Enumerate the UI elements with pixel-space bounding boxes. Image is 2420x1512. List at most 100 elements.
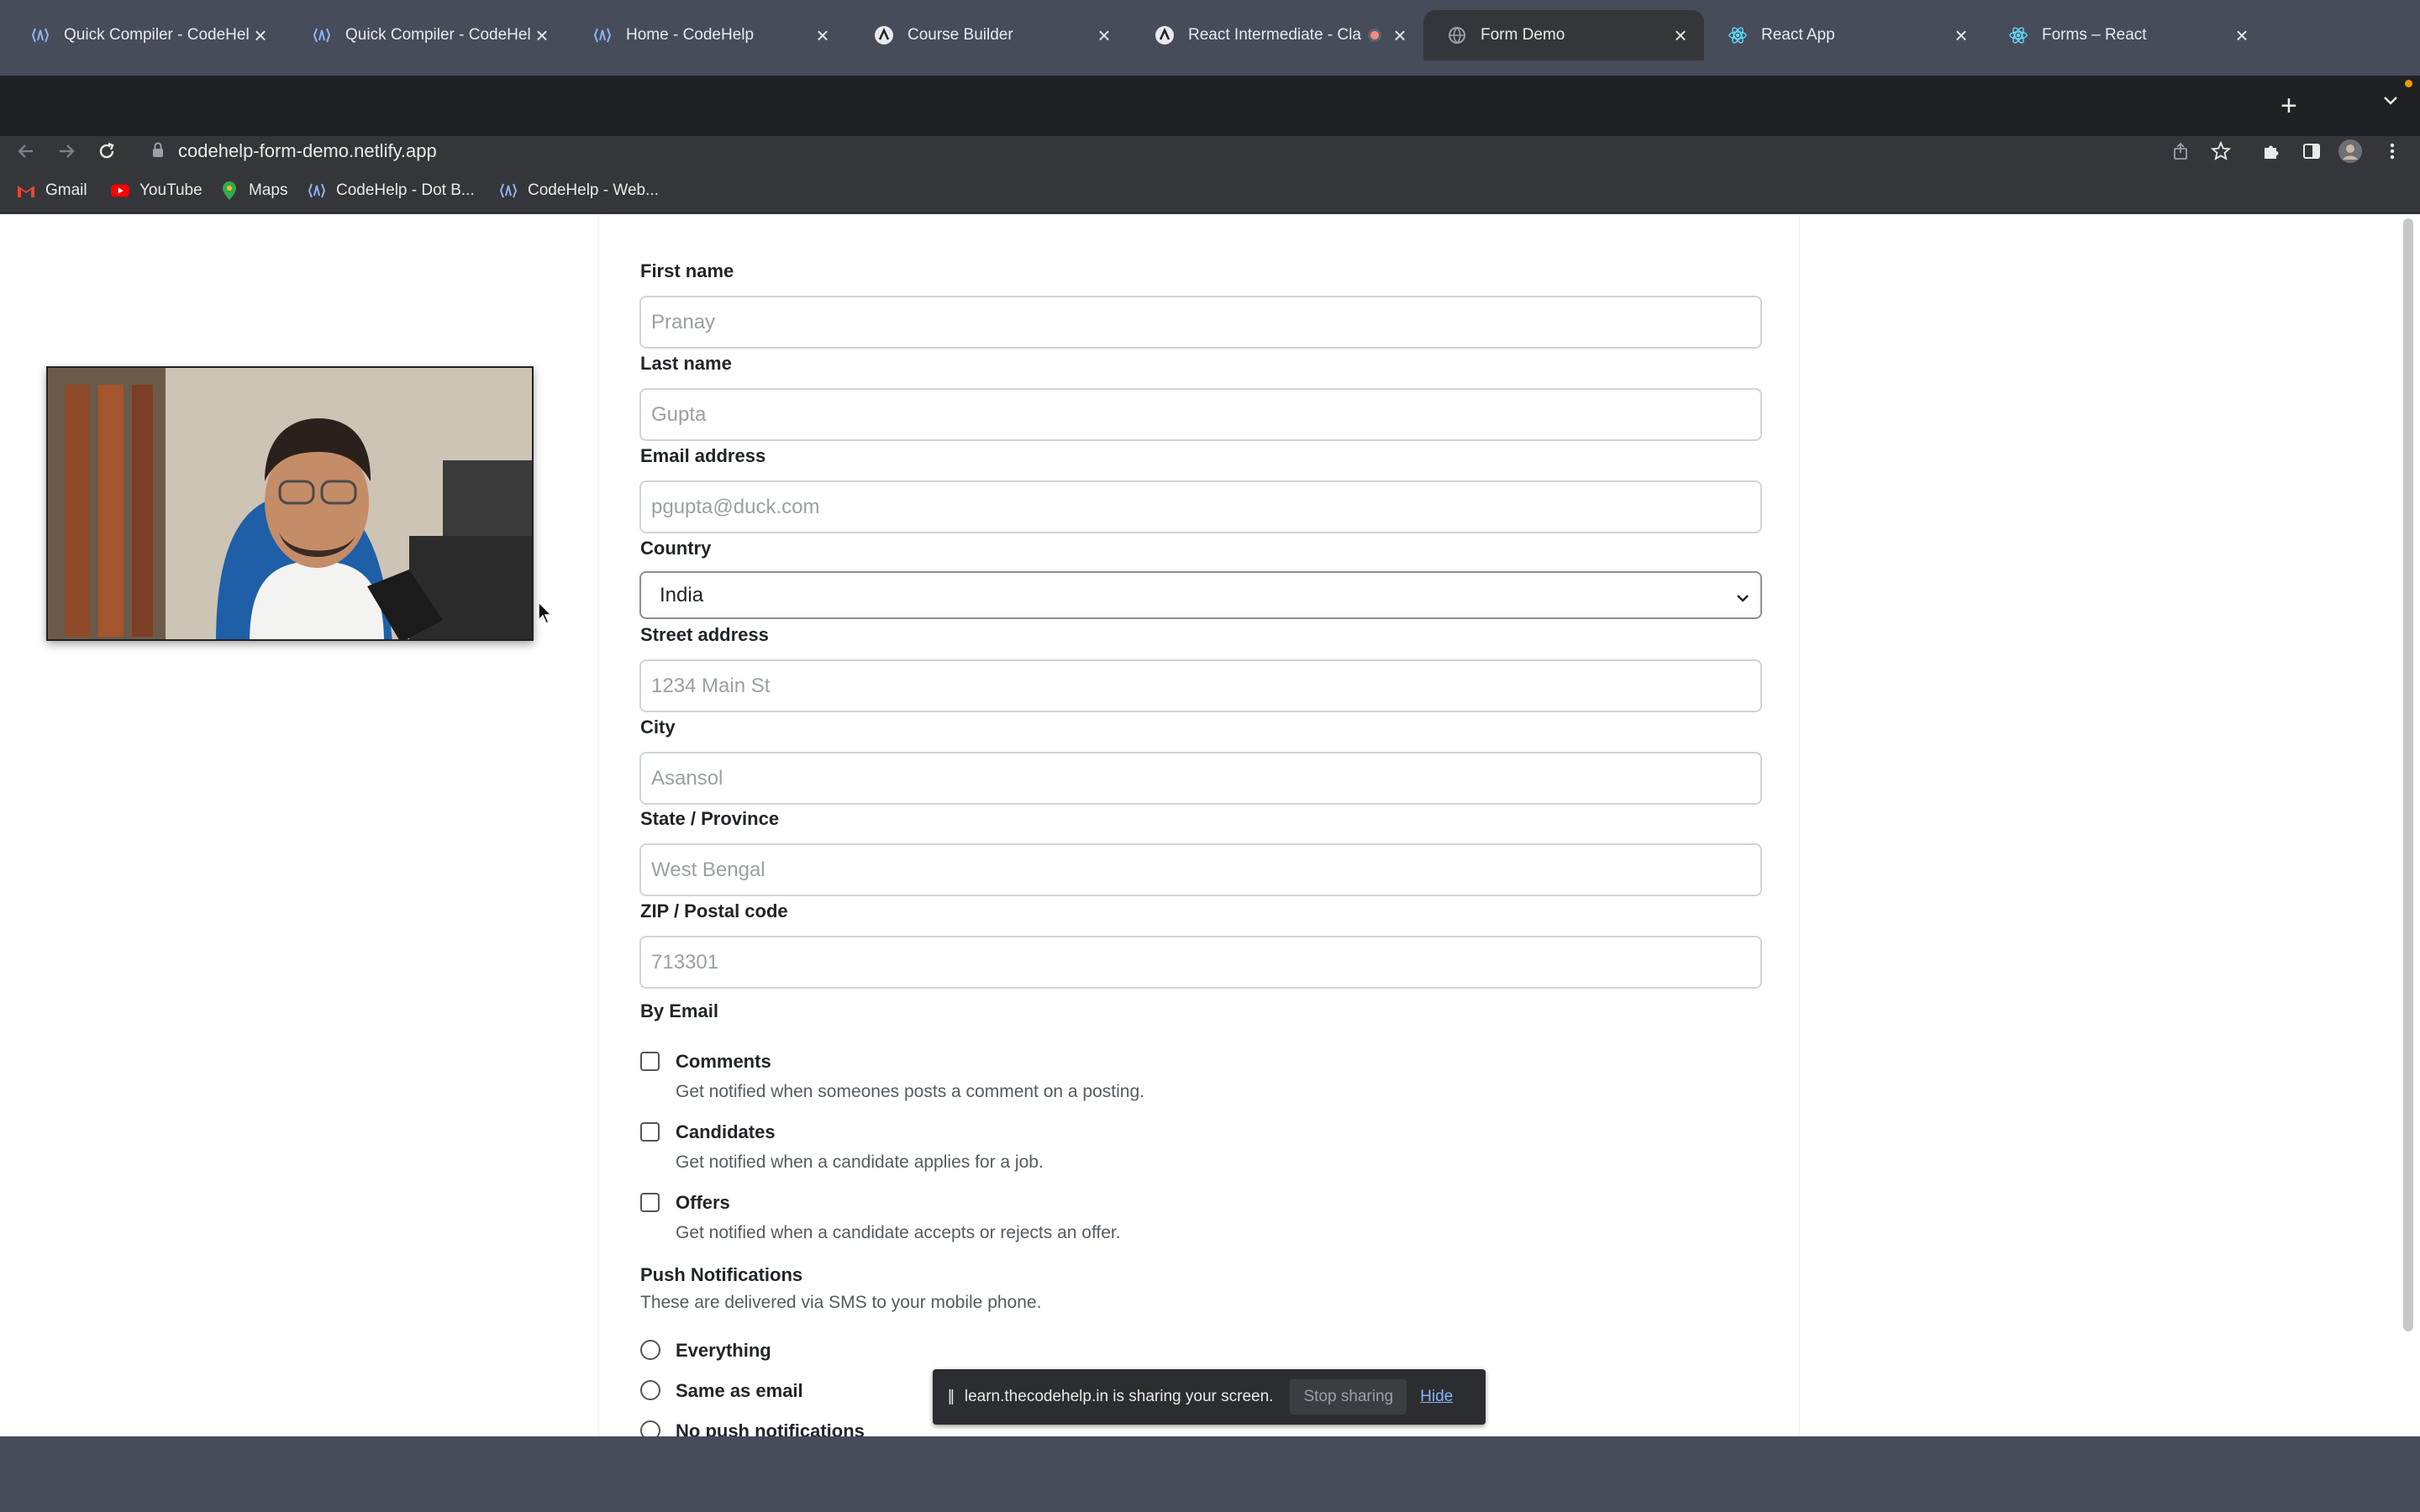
bookmark-label: YouTube [139,181,203,199]
side-panel-icon[interactable] [2299,139,2324,164]
close-icon[interactable]: × [2230,24,2254,47]
reload-icon[interactable] [94,139,119,164]
bookmark-youtube[interactable]: YouTube [111,181,203,200]
push-notifications-heading: Push Notifications [640,1264,803,1285]
codehelp-logo-icon [308,181,326,200]
offers-description: Get notified when a candidate accepts or… [676,1223,1121,1242]
tab-home-codehelp[interactable]: Home - CodeHelp × [569,10,846,60]
share-icon[interactable] [2168,139,2193,164]
webcam-overlay [46,366,534,641]
more-menu-icon[interactable] [2380,139,2405,164]
bookmark-label: CodeHelp - Dot B... [336,181,475,199]
comments-checkbox[interactable] [640,1052,660,1071]
last-name-label: Last name [640,353,732,374]
state-label: State / Province [640,808,780,829]
everything-radio[interactable] [640,1340,660,1360]
tab-title: Forms – React [2042,26,2147,44]
forward-arrow-icon[interactable] [54,139,79,164]
tab-react-app[interactable]: React App × [1704,10,1985,60]
bookmark-codehelp-dot[interactable]: CodeHelp - Dot B... [308,181,475,200]
pause-icon: || [948,1388,955,1405]
bookmark-label: Maps [249,181,288,199]
candidates-label: Candidates [676,1121,776,1142]
page-scrollbar[interactable] [2403,218,2413,1331]
chevron-down-icon[interactable] [2381,91,2400,113]
country-select-value: India [660,583,704,606]
street-label: Street address [640,624,769,645]
close-icon[interactable]: × [1092,24,1116,47]
tab-forms-react[interactable]: Forms – React × [1985,10,2265,60]
new-tab-button[interactable]: + [2281,89,2297,123]
last-name-input[interactable] [639,388,1762,441]
tab-title: Form Demo [1481,26,1565,44]
tab-title: React App [1761,26,1835,44]
candidates-description: Get notified when a candidate applies fo… [676,1152,1044,1172]
codehelp-logo-icon [312,25,332,45]
candidates-checkbox[interactable] [640,1122,660,1142]
lock-icon[interactable] [151,141,165,164]
tab-form-demo[interactable]: Form Demo × [1423,10,1704,60]
country-select[interactable]: India [639,571,1762,619]
email-input[interactable] [639,480,1762,533]
react-icon [2008,25,2028,45]
comments-description: Get notified when someones posts a comme… [676,1082,1144,1101]
tab-title: React Intermediate - Cla [1188,26,1361,44]
codehelp-logo-icon [592,25,613,45]
extensions-puzzle-icon[interactable] [2259,139,2284,164]
close-icon[interactable]: × [811,24,834,47]
notification-dot [2405,80,2412,87]
close-icon[interactable]: × [1949,24,1973,47]
offers-label: Offers [676,1192,730,1213]
codehelp-logo-icon [499,181,518,200]
share-message: learn.thecodehelp.in is sharing your scr… [964,1388,1274,1405]
star-icon[interactable] [2208,139,2233,164]
first-name-input[interactable] [639,296,1762,349]
hide-link[interactable]: Hide [1420,1388,1453,1406]
course-builder-icon [874,25,894,45]
bottom-bar [0,1436,2420,1512]
screen-share-bar: || learn.thecodehelp.in is sharing your … [933,1369,1486,1425]
chevron-down-icon [1735,588,1750,612]
gmail-icon [17,181,35,200]
comments-label: Comments [676,1051,771,1072]
close-icon[interactable]: × [1669,24,1692,47]
tab-quick-compiler-1[interactable]: Quick Compiler - CodeHelp × [7,10,284,60]
zip-input[interactable] [639,936,1762,989]
mouse-cursor-icon [538,601,553,629]
offers-checkbox[interactable] [640,1193,660,1212]
recording-icon [1368,29,1381,42]
youtube-icon [111,181,129,200]
city-label: City [640,717,676,738]
same-as-email-label: Same as email [676,1380,803,1401]
close-icon[interactable]: × [1388,24,1412,47]
tab-strip [0,76,2420,136]
same-as-email-radio[interactable] [640,1380,660,1400]
bookmark-label: Gmail [45,181,87,199]
first-name-label: First name [640,260,734,281]
tab-title: Quick Compiler - CodeHelp [345,26,530,44]
bookmark-codehelp-web[interactable]: CodeHelp - Web... [499,181,659,200]
profile-avatar[interactable] [2338,139,2363,164]
maps-icon [220,181,239,200]
street-input[interactable] [639,659,1762,712]
city-input[interactable] [639,752,1762,805]
tab-quick-compiler-2[interactable]: Quick Compiler - CodeHelp × [288,10,566,60]
bookmark-label: CodeHelp - Web... [528,181,659,199]
everything-label: Everything [676,1340,771,1361]
close-icon[interactable]: × [530,24,554,47]
tab-title: Home - CodeHelp [626,26,755,44]
bookmark-maps[interactable]: Maps [220,181,287,200]
presenter-video [48,368,532,639]
tab-title: Quick Compiler - CodeHelp [64,26,249,44]
state-input[interactable] [639,843,1762,896]
bookmark-gmail[interactable]: Gmail [17,181,87,200]
zip-label: ZIP / Postal code [640,900,788,921]
tab-title: Course Builder [908,26,1013,44]
stop-sharing-button[interactable]: Stop sharing [1290,1379,1407,1415]
globe-icon [1447,25,1467,45]
tab-course-builder[interactable]: Course Builder × [850,10,1128,60]
address-bar-url[interactable]: codehelp-form-demo.netlify.app [178,139,437,164]
close-icon[interactable]: × [249,24,272,47]
tab-react-intermediate[interactable]: React Intermediate - Cla × [1131,10,1423,60]
back-arrow-icon[interactable] [13,139,39,164]
